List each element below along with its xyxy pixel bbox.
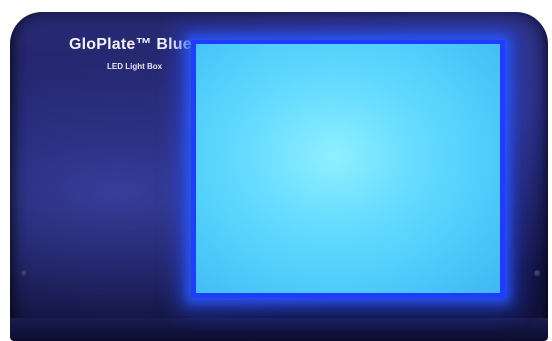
- screw-icon: [534, 270, 541, 277]
- brand-title: GloPlate™ Blue: [69, 36, 192, 53]
- light-box-front-edge: [10, 318, 548, 341]
- brand-subtitle: LED Light Box: [107, 62, 163, 71]
- screw-icon: [21, 270, 28, 277]
- photo-scene: GloPlate™ Blue LED Light Box: [0, 0, 552, 341]
- illuminated-panel: [196, 44, 500, 293]
